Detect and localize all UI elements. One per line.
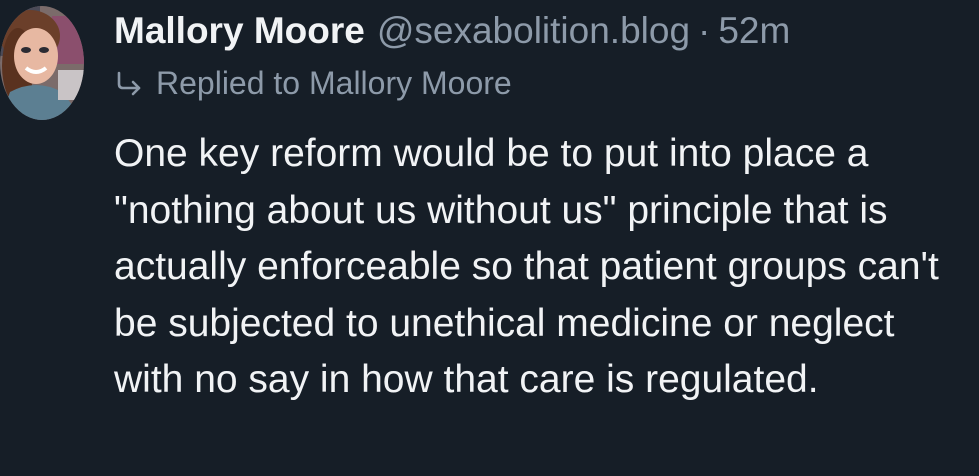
reply-prefix: Replied to xyxy=(156,64,301,101)
meta-separator: · xyxy=(698,9,711,51)
post[interactable]: Mallory Moore @sexabolition.blog · 52m R… xyxy=(0,0,979,476)
post-text: One key reform would be to put into plac… xyxy=(114,132,939,401)
avatar[interactable] xyxy=(0,6,84,120)
post-content: Mallory Moore @sexabolition.blog · 52m R… xyxy=(114,0,979,409)
reply-context: Replied to Mallory Moore xyxy=(114,58,979,108)
reply-arrow-icon xyxy=(114,69,144,97)
post-timestamp[interactable]: 52m xyxy=(718,12,790,49)
reply-target-link[interactable]: Mallory Moore xyxy=(309,65,512,102)
author-handle[interactable]: @sexabolition.blog xyxy=(377,12,690,49)
author-display-name[interactable]: Mallory Moore xyxy=(114,12,365,49)
avatar-image xyxy=(0,6,84,120)
post-meta: Mallory Moore @sexabolition.blog · 52m xyxy=(114,0,979,58)
